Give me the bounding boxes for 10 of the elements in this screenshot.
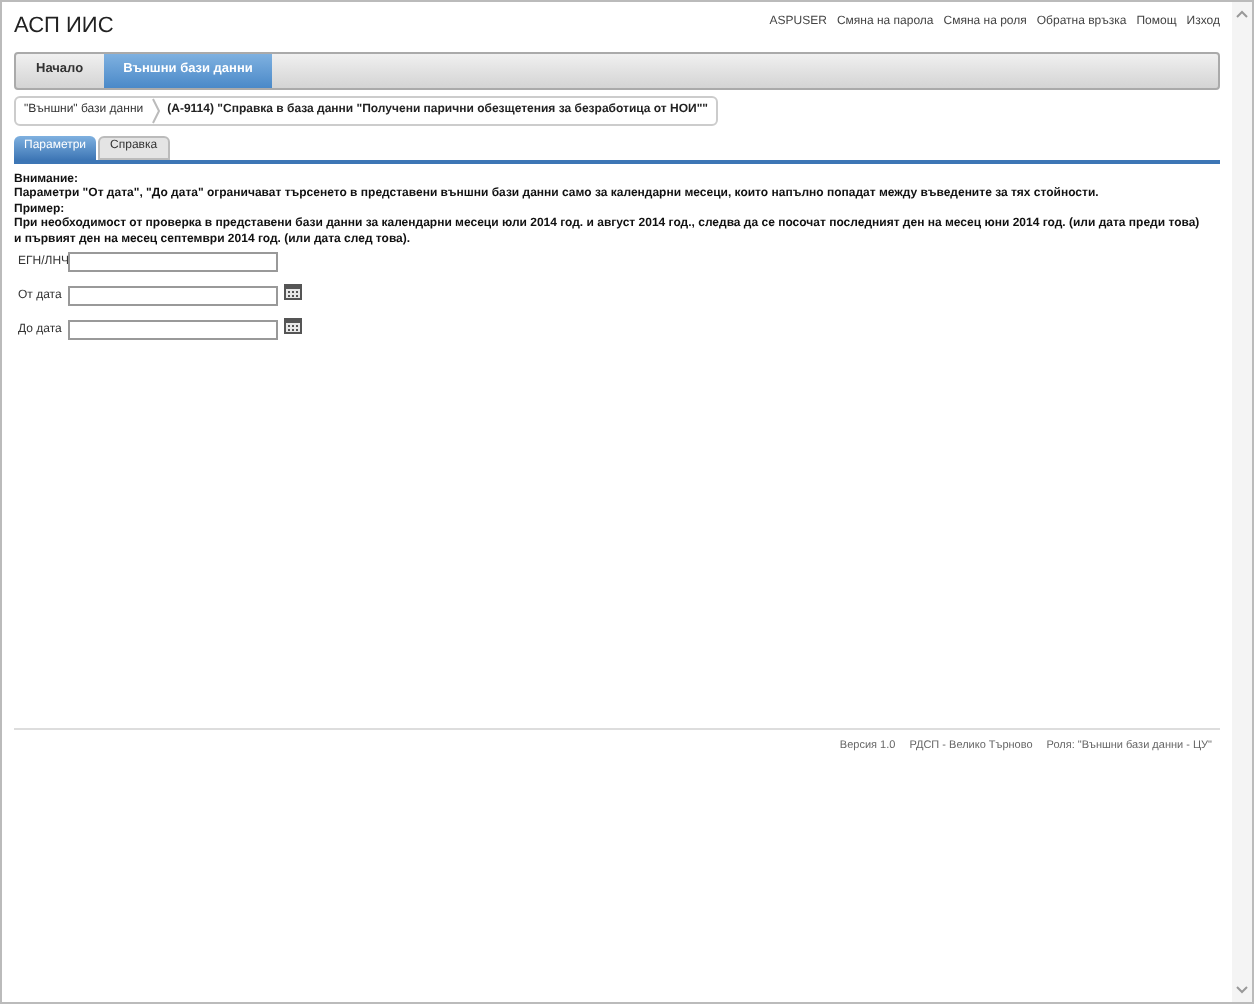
scroll-down-icon[interactable] [1236,986,1248,994]
input-field[interactable] [68,286,278,306]
scroll-up-icon[interactable] [1236,10,1248,18]
input-field[interactable] [68,320,278,340]
input-field[interactable] [68,252,278,272]
chevron-icon [151,97,160,123]
app-title: АСП ИИС [14,12,114,42]
calendar-icon[interactable] [284,284,302,300]
calendar-icon[interactable] [284,318,302,334]
scrollbar[interactable] [1232,2,1252,1002]
